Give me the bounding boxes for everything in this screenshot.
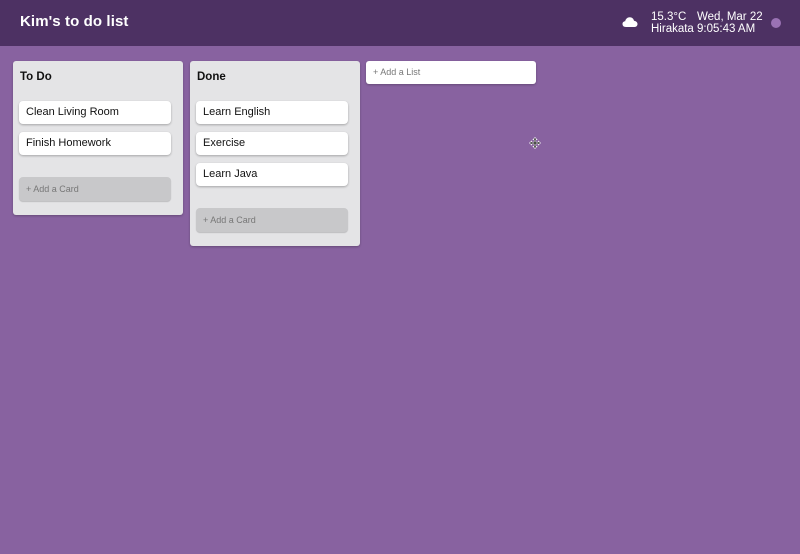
date: Wed, Mar 22 <box>697 11 763 23</box>
status-dot[interactable] <box>771 18 781 28</box>
list-done[interactable]: Done Learn English Exercise Learn Java +… <box>190 61 360 246</box>
add-list-button[interactable]: + Add a List <box>366 61 536 84</box>
list-title[interactable]: To Do <box>20 71 52 83</box>
card[interactable]: Learn Java <box>196 163 348 186</box>
weather-widget: 15.3°C Hirakata <box>651 11 694 35</box>
cloud-icon <box>622 17 638 27</box>
card[interactable]: Learn English <box>196 101 348 124</box>
add-card-button[interactable]: + Add a Card <box>196 208 348 232</box>
list-title[interactable]: Done <box>197 71 226 83</box>
app-header: Kim's to do list 15.3°C Hirakata Wed, Ma… <box>0 0 800 46</box>
list-to-do[interactable]: To Do Clean Living Room Finish Homework … <box>13 61 183 215</box>
app-title: Kim's to do list <box>20 13 129 30</box>
card[interactable]: Finish Homework <box>19 132 171 155</box>
move-cursor-icon <box>529 137 541 149</box>
location: Hirakata <box>651 23 694 35</box>
clock-widget: Wed, Mar 22 9:05:43 AM <box>697 11 763 35</box>
time: 9:05:43 AM <box>697 23 756 35</box>
temperature: 15.3°C <box>651 11 687 23</box>
card[interactable]: Exercise <box>196 132 348 155</box>
add-card-button[interactable]: + Add a Card <box>19 177 171 201</box>
card[interactable]: Clean Living Room <box>19 101 171 124</box>
